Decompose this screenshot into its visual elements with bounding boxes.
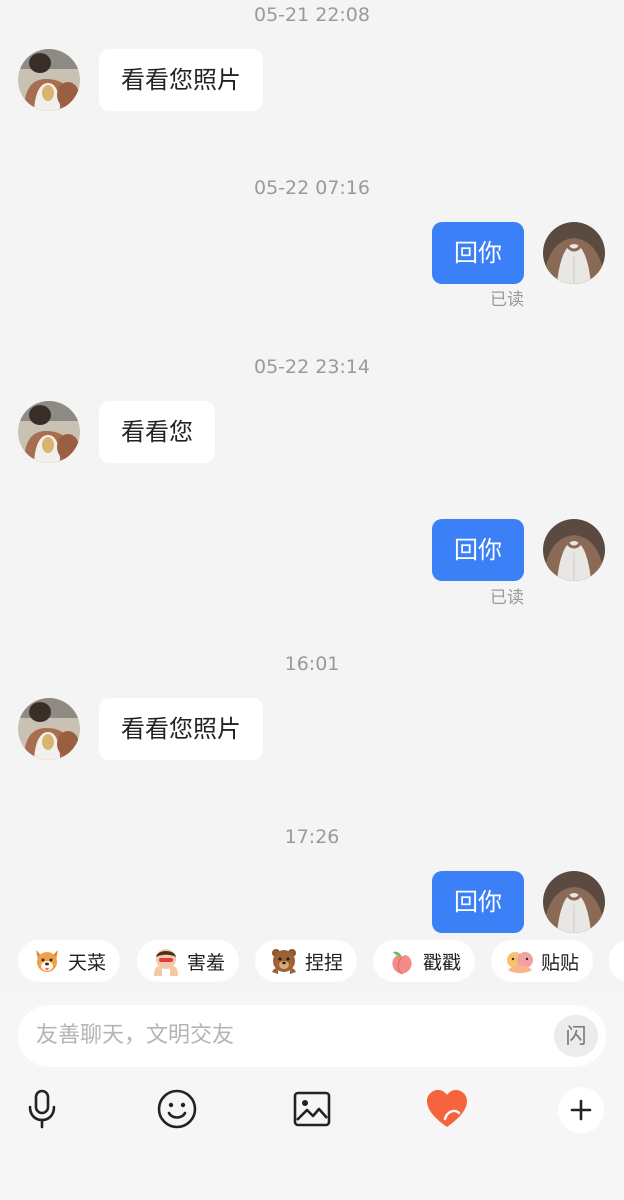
read-receipt: 已读 xyxy=(490,588,524,608)
microphone-icon xyxy=(28,1089,56,1129)
message-timestamp: 05-22 23:14 xyxy=(253,356,370,378)
plus-icon xyxy=(570,1099,592,1121)
contact-avatar-image xyxy=(18,49,80,111)
my-avatar-image xyxy=(543,222,605,284)
chip-label: 害羞 xyxy=(187,951,226,974)
contact-avatar-image xyxy=(18,698,80,760)
hug-icon xyxy=(507,952,533,973)
contact-avatar[interactable] xyxy=(18,401,80,463)
my-avatar[interactable] xyxy=(543,222,605,284)
voice-button[interactable] xyxy=(18,1085,66,1133)
incoming-message-bubble[interactable]: 看看您照片 xyxy=(99,49,263,111)
message-list[interactable]: 05-21 22:08 看看您照片 05-22 07:16 回你 已读 05-2… xyxy=(0,0,624,935)
bear-icon xyxy=(272,949,296,974)
my-avatar-image xyxy=(543,871,605,933)
dog-face-icon xyxy=(36,950,58,972)
shy-face-icon xyxy=(154,949,178,976)
message-input[interactable]: 友善聊天，文明交友 闪 xyxy=(18,1005,606,1067)
chip-more[interactable] xyxy=(609,940,624,982)
emoji-button[interactable] xyxy=(153,1085,201,1133)
more-actions-button[interactable] xyxy=(558,1087,604,1133)
chip-nienie[interactable]: 捏捏 xyxy=(255,940,358,982)
message-timestamp: 16:01 xyxy=(284,653,340,675)
chat-screen: 05-21 22:08 看看您照片 05-22 07:16 回你 已读 05-2… xyxy=(0,0,624,1200)
gift-heart-icon xyxy=(427,1090,467,1127)
image-button[interactable] xyxy=(288,1085,336,1133)
incoming-message-bubble[interactable]: 看看您照片 xyxy=(99,698,263,760)
contact-avatar-image xyxy=(18,401,80,463)
emoji-icon xyxy=(157,1089,197,1129)
incoming-message-bubble[interactable]: 看看您 xyxy=(99,401,215,463)
contact-avatar[interactable] xyxy=(18,49,80,111)
input-panel: 友善聊天，文明交友 闪 xyxy=(0,993,624,1200)
gift-button[interactable] xyxy=(423,1085,471,1133)
message-timestamp: 05-22 07:16 xyxy=(253,177,370,199)
chip-tiancai[interactable]: 天菜 xyxy=(18,940,121,982)
chip-label: 戳戳 xyxy=(423,951,462,974)
my-avatar[interactable] xyxy=(543,871,605,933)
chip-label: 贴贴 xyxy=(541,951,580,974)
flash-photo-button[interactable]: 闪 xyxy=(554,1015,598,1057)
chip-haixiu[interactable]: 害羞 xyxy=(137,940,240,982)
chip-label: 捏捏 xyxy=(305,951,344,974)
chip-chuochuo[interactable]: 戳戳 xyxy=(373,940,476,982)
contact-avatar[interactable] xyxy=(18,698,80,760)
input-placeholder: 友善聊天，文明交友 xyxy=(36,1023,235,1048)
quick-reaction-bar[interactable]: 天菜 害羞 捏捏 戳戳 贴贴 xyxy=(0,938,624,986)
chip-label: 天菜 xyxy=(68,951,107,974)
chip-tietie[interactable]: 贴贴 xyxy=(491,940,594,982)
outgoing-message-bubble[interactable]: 回你 xyxy=(432,871,524,933)
outgoing-message-bubble[interactable]: 回你 xyxy=(432,222,524,284)
outgoing-message-bubble[interactable]: 回你 xyxy=(432,519,524,581)
image-icon xyxy=(293,1091,331,1127)
message-timestamp: 05-21 22:08 xyxy=(253,4,370,26)
peach-icon xyxy=(392,951,412,975)
my-avatar[interactable] xyxy=(543,519,605,581)
read-receipt: 已读 xyxy=(490,290,524,310)
my-avatar-image xyxy=(543,519,605,581)
message-timestamp: 17:26 xyxy=(284,826,340,848)
